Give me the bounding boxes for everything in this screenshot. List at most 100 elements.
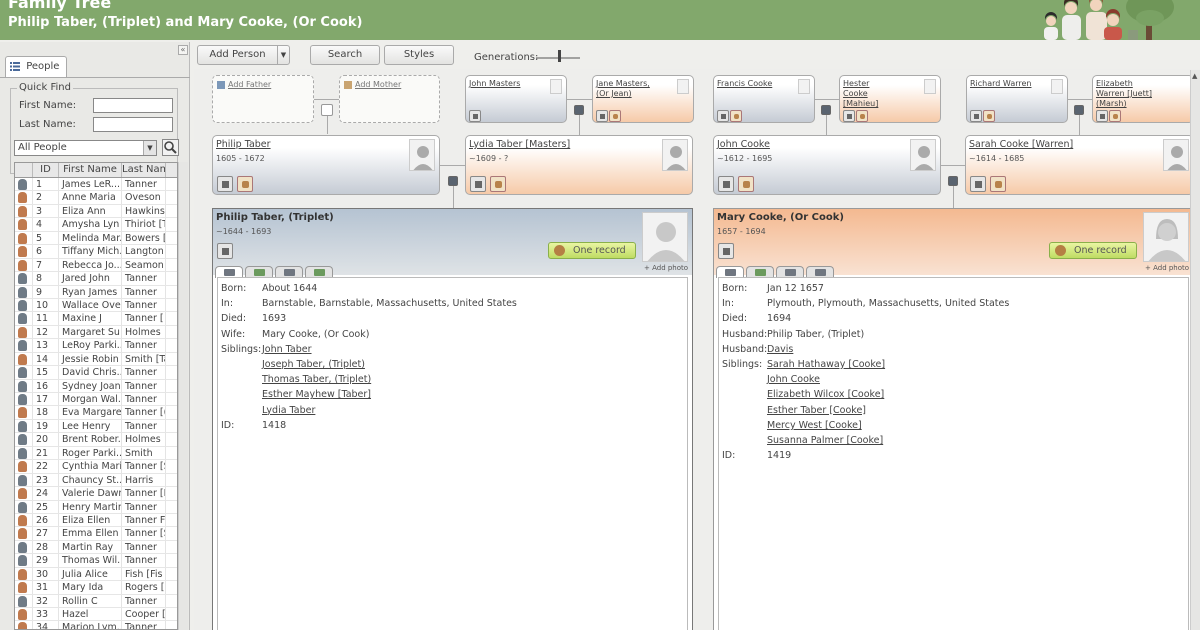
- add-parents-marker[interactable]: [321, 104, 333, 116]
- tab-notes-icon[interactable]: [245, 266, 273, 277]
- table-row[interactable]: 7 Rebecca Jo... Seamon: [15, 258, 177, 273]
- column-header-first-name[interactable]: First Name: [59, 163, 122, 177]
- person-box-john-masters[interactable]: John Masters: [465, 75, 567, 123]
- person-card-icon[interactable]: [843, 110, 855, 122]
- person-card-icon[interactable]: [469, 110, 481, 122]
- styles-button[interactable]: Styles: [384, 45, 454, 65]
- sibling-link[interactable]: Susanna Palmer [Cooke]: [767, 435, 883, 446]
- add-person-button[interactable]: Add Person ▼: [197, 45, 290, 65]
- table-row[interactable]: 34 Marion Lym... Tanner: [15, 621, 177, 629]
- column-header-id[interactable]: ID: [33, 163, 59, 177]
- person-card-icon[interactable]: [596, 110, 608, 122]
- table-row[interactable]: 3 Eliza Ann Hawkins: [15, 204, 177, 219]
- person-name-link[interactable]: John Masters: [469, 79, 520, 89]
- person-card-icon[interactable]: [717, 110, 729, 122]
- main-scrollbar[interactable]: ▲: [1190, 70, 1200, 630]
- table-row[interactable]: 22 Cynthia Marie Tanner [S: [15, 460, 177, 474]
- marriage-marker[interactable]: [574, 105, 584, 115]
- person-box-lydia-taber[interactable]: Lydia Taber [Masters] ~1609 - ?: [465, 135, 693, 195]
- record-icon[interactable]: [983, 110, 995, 122]
- person-name-link[interactable]: John Cooke: [717, 139, 770, 150]
- table-row[interactable]: 25 Henry Martin Tanner: [15, 500, 177, 514]
- wife-photo-placeholder[interactable]: [1143, 212, 1189, 262]
- sibling-link[interactable]: Esther Taber [Cooke]: [767, 405, 866, 416]
- add-person-dropdown-icon[interactable]: ▼: [277, 46, 289, 64]
- table-row[interactable]: 6 Tiffany Mich... Langton: [15, 245, 177, 259]
- wife-records-button[interactable]: One record: [1049, 242, 1137, 259]
- generations-slider[interactable]: [536, 49, 580, 63]
- person-card-icon[interactable]: [718, 243, 734, 259]
- marriage-marker[interactable]: [948, 176, 958, 186]
- table-row[interactable]: 26 Eliza Ellen Tanner F: [15, 513, 177, 528]
- last-name-input[interactable]: [93, 117, 173, 132]
- table-row[interactable]: 17 Morgan Wal... Tanner: [15, 393, 177, 407]
- table-row[interactable]: 15 David Chris... Tanner: [15, 366, 177, 380]
- person-box-richard-warren[interactable]: Richard Warren: [966, 75, 1068, 123]
- record-icon[interactable]: [490, 176, 506, 192]
- marriage-marker[interactable]: [448, 176, 458, 186]
- record-icon[interactable]: [990, 176, 1006, 192]
- sibling-link[interactable]: John Taber: [262, 344, 312, 355]
- spouse-link[interactable]: Davis: [767, 344, 793, 355]
- table-row[interactable]: 4 Amysha Lyn Thiriot [T: [15, 218, 177, 232]
- table-row[interactable]: 23 Chauncy St... Harris: [15, 473, 177, 488]
- table-row[interactable]: 8 Jared John Tanner: [15, 272, 177, 286]
- tab-notes-icon[interactable]: [746, 266, 774, 277]
- record-icon[interactable]: [730, 110, 742, 122]
- person-name-link[interactable]: Richard Warren: [970, 79, 1031, 89]
- table-row[interactable]: 29 Thomas Wil... Tanner: [15, 554, 177, 568]
- add-father-link[interactable]: Add Father: [217, 80, 271, 89]
- sibling-link[interactable]: John Cooke: [767, 374, 820, 385]
- person-card-icon[interactable]: [217, 243, 233, 259]
- table-row[interactable]: 10 Wallace Ove Tanner: [15, 298, 177, 313]
- person-box-francis-cooke[interactable]: Francis Cooke: [713, 75, 815, 123]
- sibling-link[interactable]: Sarah Hathaway [Cooke]: [767, 359, 885, 370]
- table-row[interactable]: 11 Maxine J Tanner [: [15, 312, 177, 326]
- add-father-box[interactable]: Add Father: [212, 75, 314, 123]
- husband-records-button[interactable]: One record: [548, 242, 636, 259]
- table-row[interactable]: 9 Ryan James Tanner: [15, 285, 177, 299]
- sibling-link[interactable]: Thomas Taber, (Triplet): [262, 374, 371, 385]
- add-mother-link[interactable]: Add Mother: [344, 80, 401, 89]
- person-box-elizabeth-warren[interactable]: Elizabeth Warren [Juett] (Marsh): [1092, 75, 1194, 123]
- table-row[interactable]: 24 Valerie Dawn Tanner [L: [15, 487, 177, 501]
- table-row[interactable]: 18 Eva Margaret Tanner [(: [15, 406, 177, 420]
- record-icon[interactable]: [738, 176, 754, 192]
- person-card-icon[interactable]: [470, 176, 486, 192]
- sibling-link[interactable]: Lydia Taber: [262, 405, 315, 416]
- tab-people[interactable]: People: [5, 56, 67, 78]
- person-name-link[interactable]: Francis Cooke: [717, 79, 772, 89]
- first-name-input[interactable]: [93, 98, 173, 113]
- person-name-link[interactable]: Elizabeth Warren [Juett] (Marsh): [1096, 79, 1158, 109]
- record-icon[interactable]: [237, 176, 253, 192]
- person-name-link[interactable]: Philip Taber: [216, 139, 271, 150]
- person-box-philip-taber-sr[interactable]: Philip Taber 1605 - 1672: [212, 135, 440, 195]
- marriage-marker[interactable]: [1074, 105, 1084, 115]
- husband-photo-placeholder[interactable]: [642, 212, 688, 262]
- sibling-link[interactable]: Elizabeth Wilcox [Cooke]: [767, 389, 884, 400]
- sibling-link[interactable]: Mercy West [Cooke]: [767, 420, 862, 431]
- table-row[interactable]: 20 Brent Rober... Holmes: [15, 433, 177, 447]
- person-name-link[interactable]: Hester Cooke [Mahieu]: [843, 79, 879, 109]
- marriage-marker[interactable]: [821, 105, 831, 115]
- sibling-link[interactable]: Esther Mayhew [Taber]: [262, 389, 371, 400]
- people-search-button[interactable]: [162, 139, 179, 156]
- person-card-icon[interactable]: [718, 176, 734, 192]
- table-row[interactable]: 33 Hazel Cooper [: [15, 608, 177, 622]
- person-name-link[interactable]: Jane Masters, (Or Jean): [596, 79, 664, 99]
- person-box-john-cooke[interactable]: John Cooke ~1612 - 1695: [713, 135, 941, 195]
- table-row[interactable]: 13 LeRoy Parki... Tanner: [15, 339, 177, 353]
- table-row[interactable]: 27 Emma Ellen Tanner [S: [15, 527, 177, 541]
- people-filter-select[interactable]: All People ▼: [14, 140, 157, 156]
- person-name-link[interactable]: Sarah Cooke [Warren]: [969, 139, 1073, 150]
- collapse-panel-button[interactable]: «: [178, 45, 188, 55]
- table-row[interactable]: 16 Sydney Joan Tanner: [15, 379, 177, 393]
- sibling-link[interactable]: Joseph Taber, (Triplet): [262, 359, 365, 370]
- person-card-icon[interactable]: [970, 110, 982, 122]
- person-box-jane-masters[interactable]: Jane Masters, (Or Jean): [592, 75, 694, 123]
- tab-photos-icon[interactable]: [806, 266, 834, 277]
- record-icon[interactable]: [1109, 110, 1121, 122]
- record-icon[interactable]: [856, 110, 868, 122]
- person-box-sarah-cooke[interactable]: Sarah Cooke [Warren] ~1614 - 1685: [965, 135, 1194, 195]
- table-row[interactable]: 19 Lee Henry Tanner: [15, 419, 177, 434]
